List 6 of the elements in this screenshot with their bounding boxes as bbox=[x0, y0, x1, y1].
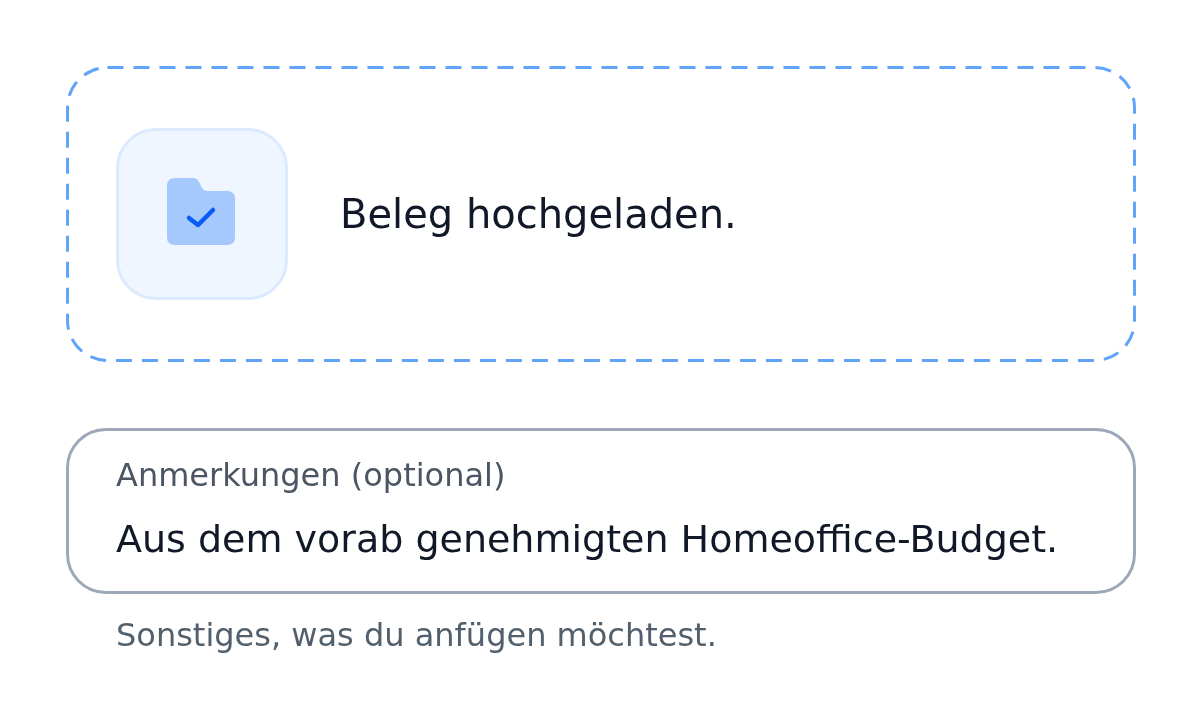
field-label: Anmerkungen (optional) bbox=[116, 456, 506, 494]
upload-status-text: Beleg hochgeladen. bbox=[340, 190, 737, 238]
field-value: Aus dem vorab genehmigten Homeoffice-Budget. bbox=[116, 516, 1059, 562]
upload-dropzone[interactable]: Beleg hochgeladen. bbox=[66, 66, 1136, 362]
helper-text: Sonstiges, was du anfügen möchtest. bbox=[116, 616, 717, 654]
notes-field[interactable]: Anmerkungen (optional) Aus dem vorab genehmigten Homeoffice-Budget. bbox=[66, 428, 1136, 594]
